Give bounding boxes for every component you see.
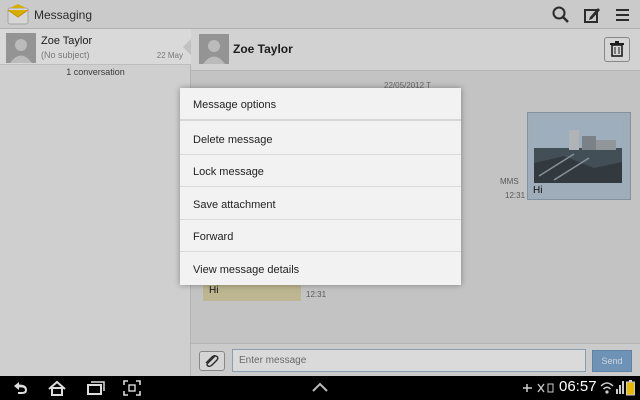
back-icon[interactable]: [10, 379, 32, 397]
signal-icon: [616, 381, 624, 394]
dialog-title: Message options: [180, 88, 461, 121]
menu-item-save-attachment[interactable]: Save attachment: [180, 188, 461, 220]
wifi-icon: [600, 382, 614, 394]
usb-icon: [523, 383, 554, 393]
clock: 06:57: [559, 378, 597, 395]
menu-item-delete-message[interactable]: Delete message: [180, 123, 461, 155]
system-bar: 06:57: [0, 376, 640, 400]
screenshot-icon[interactable]: [121, 379, 143, 397]
menu-item-forward[interactable]: Forward: [180, 220, 461, 252]
recent-apps-icon[interactable]: [84, 379, 106, 397]
menu-item-lock-message[interactable]: Lock message: [180, 155, 461, 187]
home-icon[interactable]: [46, 379, 68, 397]
menu-item-view-message-details[interactable]: View message details: [180, 253, 461, 285]
battery-icon: [626, 380, 635, 396]
message-options-dialog: Message options Delete message Lock mess…: [180, 88, 461, 285]
chevron-up-icon[interactable]: [310, 379, 330, 397]
